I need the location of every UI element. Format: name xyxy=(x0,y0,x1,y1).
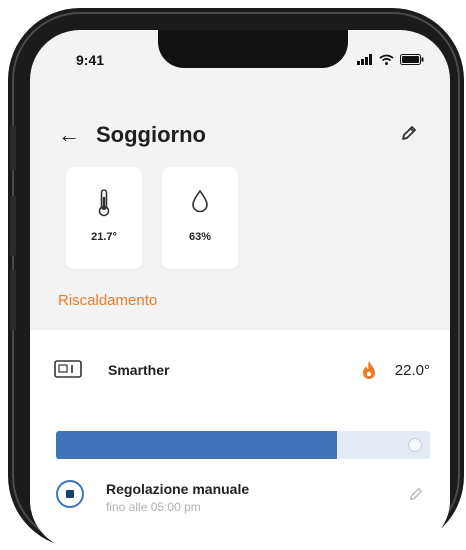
water-drop-icon xyxy=(162,189,238,213)
mode-until-time: 05:00 pm xyxy=(150,500,201,514)
device-name: Smarther xyxy=(108,362,170,378)
schedule-progress-fill xyxy=(56,431,337,459)
signal-icon xyxy=(357,52,373,70)
wifi-icon xyxy=(379,52,394,70)
back-arrow-icon[interactable]: ← xyxy=(58,122,80,148)
temperature-card[interactable]: 21.7° xyxy=(66,167,142,269)
mode-row[interactable]: Regolazione manuale fino alle 05:00 pm xyxy=(30,470,450,520)
volume-up-button xyxy=(10,196,16,256)
temperature-value: 21.7° xyxy=(91,231,117,243)
app-screen: 9:41 ← Soggiorno 21.7° 63% Riscaldamento… xyxy=(30,30,450,550)
device-row[interactable]: Smarther 22.0° xyxy=(30,354,450,386)
schedule-progress-bar[interactable] xyxy=(56,431,430,459)
thermometer-icon xyxy=(66,189,142,217)
humidity-value: 63% xyxy=(188,231,212,243)
edit-pencil-icon[interactable] xyxy=(400,124,418,147)
thermostat-panel: Smarther 22.0° Regolazione manuale fino … xyxy=(30,330,450,550)
humidity-card[interactable]: 63% xyxy=(162,167,238,269)
thermostat-device-icon xyxy=(54,360,82,383)
status-icons xyxy=(357,52,424,70)
mode-until-prefix: fino alle xyxy=(106,500,148,514)
flame-icon xyxy=(362,360,376,385)
page-title: Soggiorno xyxy=(96,122,206,147)
status-bar: 9:41 xyxy=(30,30,450,80)
mode-label: Regolazione manuale xyxy=(106,481,250,497)
target-temperature: 22.0° xyxy=(394,362,430,379)
mode-until: fino alle 05:00 pm xyxy=(106,500,201,514)
page-header: ← Soggiorno xyxy=(30,92,450,172)
mute-switch xyxy=(10,126,16,170)
volume-down-button xyxy=(10,270,16,330)
progress-end-icon xyxy=(408,438,422,452)
battery-icon xyxy=(400,52,424,70)
section-title: Riscaldamento xyxy=(58,292,158,309)
status-time: 9:41 xyxy=(76,52,105,68)
